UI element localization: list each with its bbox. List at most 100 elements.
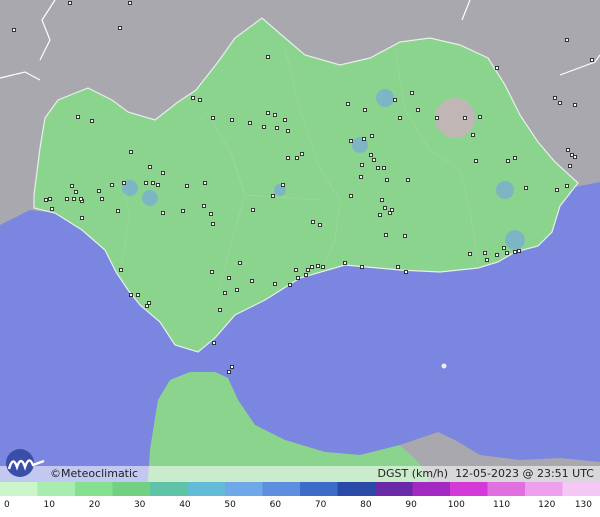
station-marker[interactable]	[161, 211, 165, 215]
station-marker[interactable]	[398, 116, 402, 120]
station-marker[interactable]	[223, 291, 227, 295]
station-marker[interactable]	[505, 251, 509, 255]
station-marker[interactable]	[68, 1, 72, 5]
station-marker[interactable]	[468, 252, 472, 256]
station-marker[interactable]	[363, 108, 367, 112]
station-marker[interactable]	[513, 250, 517, 254]
station-marker[interactable]	[390, 208, 394, 212]
station-marker[interactable]	[385, 178, 389, 182]
station-marker[interactable]	[349, 194, 353, 198]
station-marker[interactable]	[212, 341, 216, 345]
station-marker[interactable]	[495, 66, 499, 70]
station-marker[interactable]	[304, 273, 308, 277]
station-marker[interactable]	[286, 129, 290, 133]
station-marker[interactable]	[370, 134, 374, 138]
station-marker[interactable]	[218, 308, 222, 312]
station-marker[interactable]	[311, 220, 315, 224]
station-marker[interactable]	[90, 119, 94, 123]
station-marker[interactable]	[12, 28, 16, 32]
station-marker[interactable]	[227, 370, 231, 374]
station-marker[interactable]	[273, 113, 277, 117]
station-marker[interactable]	[230, 118, 234, 122]
station-marker[interactable]	[65, 197, 69, 201]
station-marker[interactable]	[378, 213, 382, 217]
station-marker[interactable]	[202, 204, 206, 208]
station-marker[interactable]	[235, 288, 239, 292]
station-marker[interactable]	[372, 158, 376, 162]
station-marker[interactable]	[435, 116, 439, 120]
station-marker[interactable]	[506, 159, 510, 163]
station-marker[interactable]	[384, 233, 388, 237]
station-marker[interactable]	[119, 268, 123, 272]
station-marker[interactable]	[568, 164, 572, 168]
station-marker[interactable]	[316, 264, 320, 268]
station-marker[interactable]	[266, 55, 270, 59]
station-marker[interactable]	[396, 265, 400, 269]
station-marker[interactable]	[118, 26, 122, 30]
station-marker[interactable]	[404, 270, 408, 274]
station-marker[interactable]	[517, 249, 521, 253]
station-marker[interactable]	[70, 184, 74, 188]
station-marker[interactable]	[300, 152, 304, 156]
station-marker[interactable]	[295, 156, 299, 160]
station-marker[interactable]	[553, 96, 557, 100]
station-marker[interactable]	[156, 183, 160, 187]
station-marker[interactable]	[590, 58, 594, 62]
station-marker[interactable]	[238, 261, 242, 265]
station-marker[interactable]	[262, 125, 266, 129]
station-marker[interactable]	[388, 211, 392, 215]
station-marker[interactable]	[203, 181, 207, 185]
station-marker[interactable]	[369, 153, 373, 157]
station-marker[interactable]	[410, 91, 414, 95]
station-marker[interactable]	[100, 197, 104, 201]
station-marker[interactable]	[227, 276, 231, 280]
station-marker[interactable]	[362, 137, 366, 141]
station-marker[interactable]	[321, 265, 325, 269]
station-marker[interactable]	[294, 268, 298, 272]
station-marker[interactable]	[72, 197, 76, 201]
station-marker[interactable]	[478, 115, 482, 119]
station-marker[interactable]	[558, 101, 562, 105]
station-marker[interactable]	[382, 166, 386, 170]
station-marker[interactable]	[273, 282, 277, 286]
station-marker[interactable]	[116, 209, 120, 213]
station-marker[interactable]	[209, 212, 213, 216]
station-marker[interactable]	[147, 301, 151, 305]
station-marker[interactable]	[144, 181, 148, 185]
station-marker[interactable]	[310, 265, 314, 269]
station-marker[interactable]	[74, 190, 78, 194]
station-marker[interactable]	[79, 197, 83, 201]
station-marker[interactable]	[306, 268, 310, 272]
station-marker[interactable]	[76, 115, 80, 119]
station-marker[interactable]	[346, 102, 350, 106]
station-marker[interactable]	[80, 216, 84, 220]
station-marker[interactable]	[275, 126, 279, 130]
station-marker[interactable]	[406, 178, 410, 182]
station-marker[interactable]	[502, 246, 506, 250]
station-marker[interactable]	[573, 155, 577, 159]
station-marker[interactable]	[136, 293, 140, 297]
station-marker[interactable]	[360, 163, 364, 167]
station-marker[interactable]	[271, 194, 275, 198]
station-marker[interactable]	[211, 222, 215, 226]
station-marker[interactable]	[97, 189, 101, 193]
station-marker[interactable]	[283, 118, 287, 122]
station-marker[interactable]	[565, 184, 569, 188]
station-marker[interactable]	[230, 365, 234, 369]
station-marker[interactable]	[463, 116, 467, 120]
station-marker[interactable]	[250, 279, 254, 283]
station-marker[interactable]	[129, 293, 133, 297]
station-marker[interactable]	[570, 153, 574, 157]
station-marker[interactable]	[343, 261, 347, 265]
station-marker[interactable]	[376, 166, 380, 170]
station-marker[interactable]	[151, 181, 155, 185]
station-marker[interactable]	[403, 234, 407, 238]
station-marker[interactable]	[110, 183, 114, 187]
station-marker[interactable]	[286, 156, 290, 160]
station-marker[interactable]	[383, 206, 387, 210]
station-marker[interactable]	[185, 184, 189, 188]
station-marker[interactable]	[48, 197, 52, 201]
station-marker[interactable]	[266, 111, 270, 115]
station-marker[interactable]	[555, 188, 559, 192]
station-marker[interactable]	[565, 38, 569, 42]
